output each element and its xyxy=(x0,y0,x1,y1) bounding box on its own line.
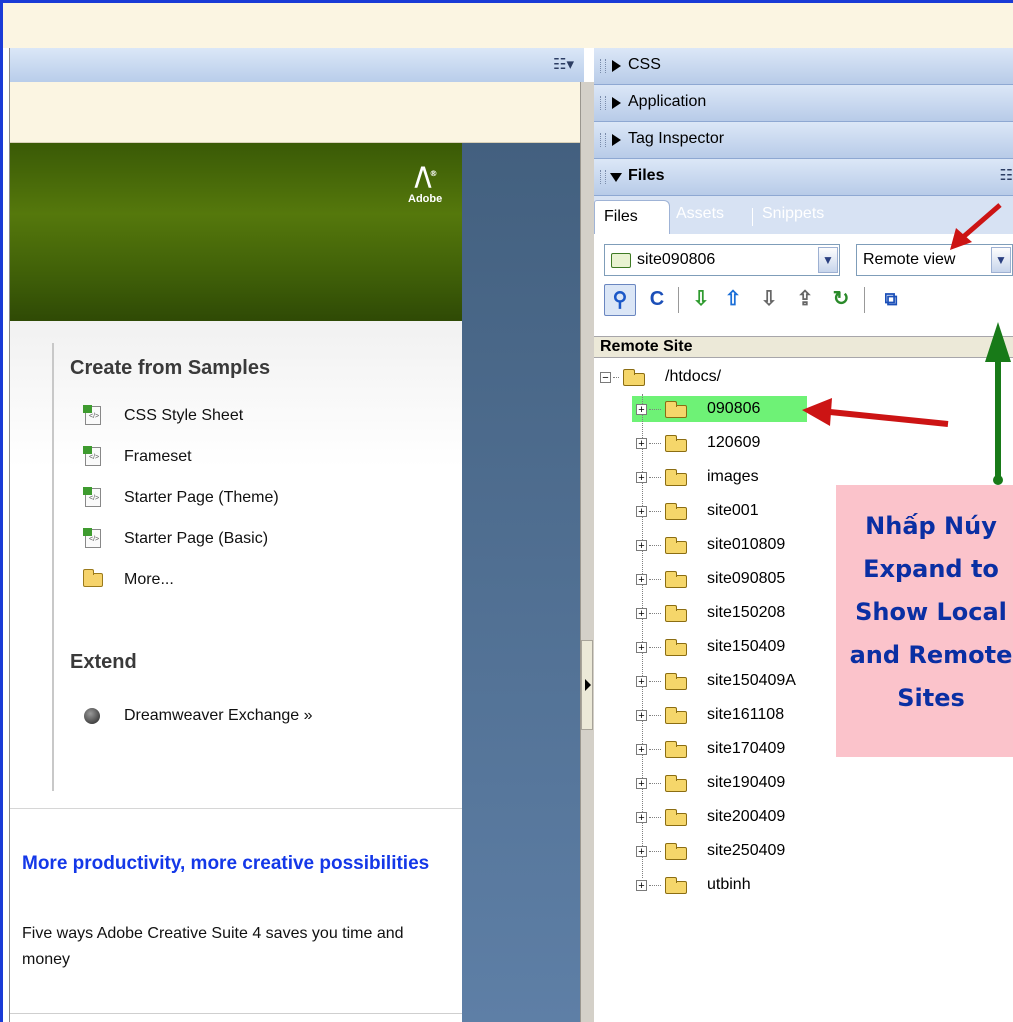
annotation-arrows xyxy=(802,203,1011,485)
red-arrow-to-selected-folder xyxy=(802,398,949,427)
red-arrow-to-view-select xyxy=(950,203,1002,250)
green-arrow-to-expand-button xyxy=(985,322,1011,485)
